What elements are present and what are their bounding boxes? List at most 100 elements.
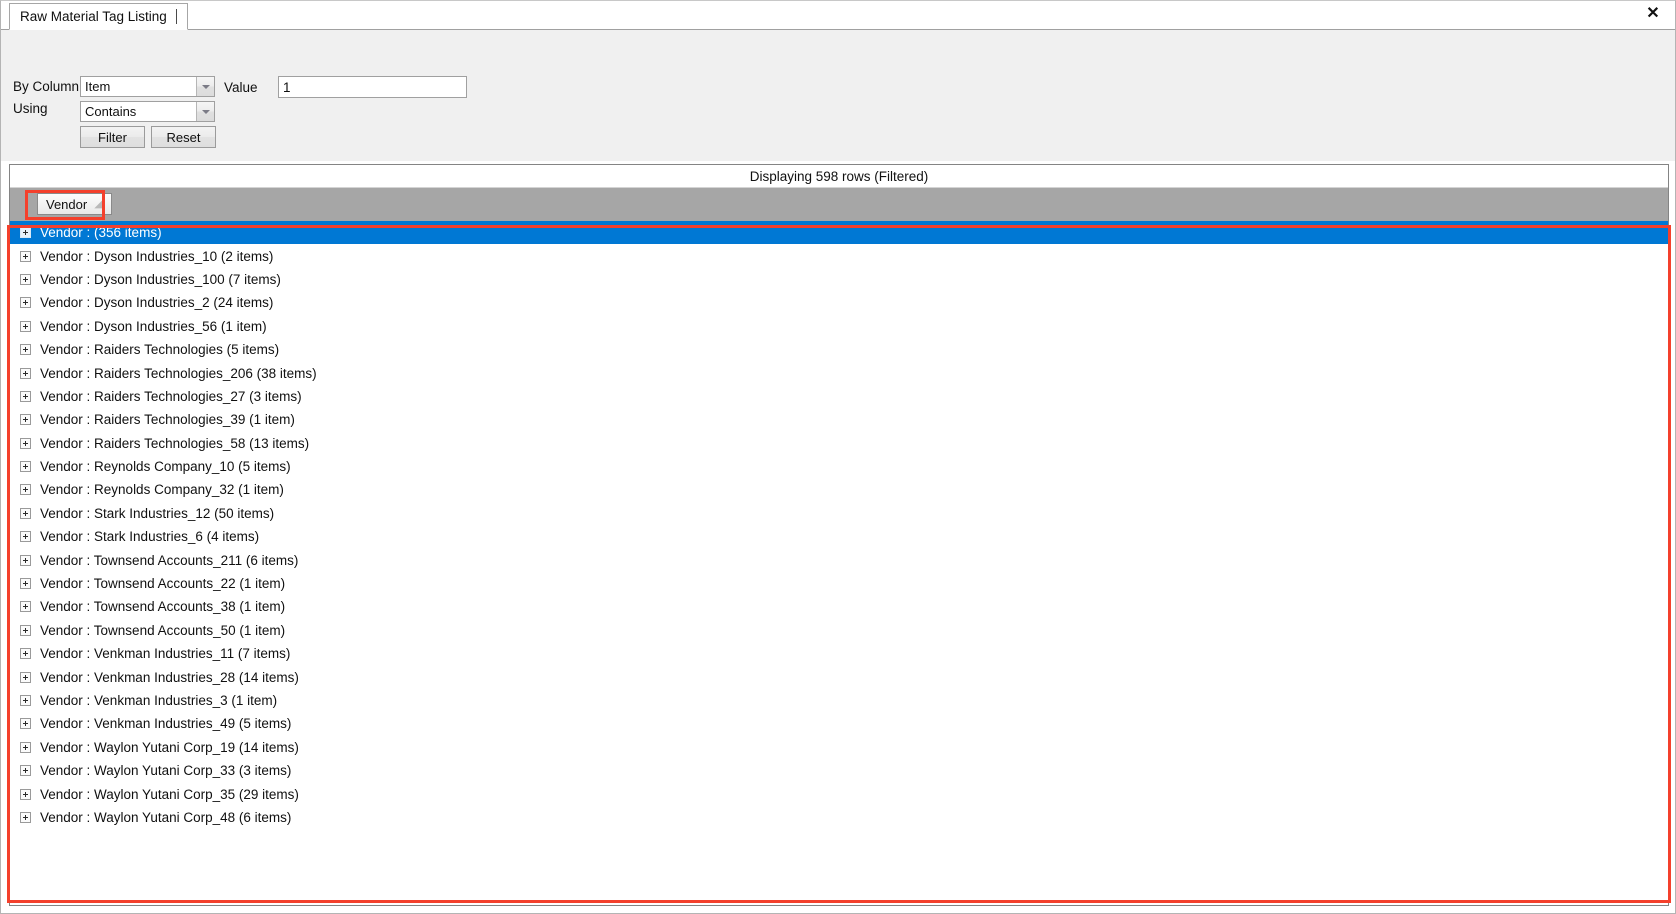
group-row-label: Vendor : Raiders Technologies_58 (13 ite… xyxy=(40,435,310,451)
expand-plus-icon[interactable] xyxy=(20,811,31,823)
group-row-label: Vendor : Stark Industries_12 (50 items) xyxy=(40,505,275,521)
status-bar: Displaying 598 rows (Filtered) xyxy=(10,165,1668,188)
filter-button[interactable]: Filter xyxy=(80,126,145,148)
expand-plus-icon[interactable] xyxy=(20,601,31,613)
group-row[interactable]: Vendor : Raiders Technologies (5 items) xyxy=(10,338,1668,361)
expand-plus-icon[interactable] xyxy=(20,507,31,519)
expand-plus-icon[interactable] xyxy=(20,765,31,777)
expand-plus-icon[interactable] xyxy=(20,273,31,285)
group-row-label: Vendor : Waylon Yutani Corp_19 (14 items… xyxy=(40,739,299,755)
expand-plus-icon[interactable] xyxy=(20,367,31,379)
reset-button[interactable]: Reset xyxy=(151,126,216,148)
expand-plus-icon[interactable] xyxy=(20,554,31,566)
expand-plus-icon[interactable] xyxy=(20,531,31,543)
group-row[interactable]: Vendor : Dyson Industries_100 (7 items) xyxy=(10,268,1668,291)
group-row[interactable]: Vendor : Stark Industries_6 (4 items) xyxy=(10,525,1668,548)
group-row[interactable]: Vendor : Raiders Technologies_58 (13 ite… xyxy=(10,432,1668,455)
tab-strip: Raw Material Tag Listing ✕ xyxy=(1,1,1675,30)
group-row-label: Vendor : Venkman Industries_3 (1 item) xyxy=(40,693,278,708)
group-row-label: Vendor : Townsend Accounts_38 (1 item) xyxy=(40,599,286,615)
expand-plus-icon[interactable] xyxy=(20,297,31,309)
expand-plus-icon[interactable] xyxy=(20,461,31,473)
group-row-label: Vendor : Townsend Accounts_50 (1 item) xyxy=(40,622,286,638)
group-by-panel[interactable]: Vendor ◢ xyxy=(10,188,1668,221)
expand-plus-icon[interactable] xyxy=(20,648,31,660)
group-row-label: Vendor : Reynolds Company_10 (5 items) xyxy=(40,459,291,475)
group-row[interactable]: Vendor : Reynolds Company_32 (1 item) xyxy=(10,478,1668,501)
by-column-selected-value: Item xyxy=(85,79,111,94)
group-row[interactable]: Vendor : Dyson Industries_56 (1 item) xyxy=(10,315,1668,338)
value-label: Value xyxy=(224,80,258,95)
group-row-label: Vendor : Waylon Yutani Corp_35 (29 items… xyxy=(40,786,299,802)
group-row[interactable]: Vendor : Waylon Yutani Corp_48 (6 items) xyxy=(10,806,1668,829)
by-column-select[interactable]: Item xyxy=(80,76,215,97)
group-row-label: Vendor : Venkman Industries_49 (5 items) xyxy=(40,716,292,732)
group-row[interactable]: Vendor : Venkman Industries_49 (5 items) xyxy=(10,712,1668,735)
group-row[interactable]: Vendor : Venkman Industries_3 (1 item) xyxy=(10,689,1668,712)
group-row-label: Vendor : Waylon Yutani Corp_33 (3 items) xyxy=(40,763,292,779)
group-row[interactable]: Vendor : Venkman Industries_28 (14 items… xyxy=(10,665,1668,688)
group-row-list[interactable]: Vendor : (356 items) Vendor : Dyson Indus… xyxy=(10,221,1668,905)
group-row-label: Vendor : Venkman Industries_11 (7 items) xyxy=(40,646,291,662)
expand-plus-icon[interactable] xyxy=(20,788,31,800)
group-row[interactable]: Vendor : Raiders Technologies_27 (3 item… xyxy=(10,385,1668,408)
group-row-label: Vendor : Dyson Industries_100 (7 items) xyxy=(40,271,281,287)
sort-ascending-icon[interactable]: ◢ xyxy=(94,198,102,210)
group-row[interactable]: Vendor : Dyson Industries_2 (24 items) xyxy=(10,291,1668,314)
group-row[interactable]: Vendor : Waylon Yutani Corp_35 (29 items… xyxy=(10,782,1668,805)
using-select[interactable]: Contains xyxy=(80,101,215,122)
group-row[interactable]: Vendor : Venkman Industries_11 (7 items) xyxy=(10,642,1668,665)
application-window: Raw Material Tag Listing ✕ By Column Usi… xyxy=(0,0,1676,914)
group-row[interactable]: Vendor : Raiders Technologies_206 (38 it… xyxy=(10,361,1668,384)
chevron-down-icon[interactable] xyxy=(196,102,214,121)
expand-plus-icon[interactable] xyxy=(20,250,31,262)
expand-plus-icon[interactable] xyxy=(20,390,31,402)
group-row[interactable]: Vendor : Raiders Technologies_39 (1 item… xyxy=(10,408,1668,431)
expand-plus-icon[interactable] xyxy=(20,484,31,496)
expand-plus-icon[interactable] xyxy=(20,320,31,332)
group-row-label: Vendor : Townsend Accounts_22 (1 item) xyxy=(40,576,286,592)
expand-plus-icon[interactable] xyxy=(20,671,31,683)
chevron-down-icon[interactable] xyxy=(196,77,214,96)
group-row-label: Vendor : Dyson Industries_2 (24 items) xyxy=(40,295,274,311)
group-row-label: Vendor : Stark Industries_6 (4 items) xyxy=(40,529,260,545)
tab-label: Raw Material Tag Listing xyxy=(20,9,167,24)
group-row[interactable]: Vendor : Townsend Accounts_38 (1 item) xyxy=(10,595,1668,618)
group-row[interactable]: Vendor : Townsend Accounts_50 (1 item) xyxy=(10,619,1668,642)
data-grid: Displaying 598 rows (Filtered) Vendor ◢ … xyxy=(9,164,1669,906)
expand-plus-icon[interactable] xyxy=(20,227,31,239)
group-row-label: Vendor : Raiders Technologies_27 (3 item… xyxy=(40,388,302,404)
group-row[interactable]: Vendor : Dyson Industries_10 (2 items) xyxy=(10,244,1668,267)
by-column-label: By Column xyxy=(13,79,80,94)
group-row-label: Vendor : Raiders Technologies_39 (1 item… xyxy=(40,412,295,428)
group-chip-vendor[interactable]: Vendor ◢ xyxy=(37,193,112,215)
tab-text-caret xyxy=(175,9,177,24)
group-row-label: Vendor : Townsend Accounts_211 (6 items) xyxy=(40,552,299,568)
filter-panel: By Column Using Value Item Contains Filt… xyxy=(1,30,1675,161)
expand-plus-icon[interactable] xyxy=(20,718,31,730)
group-row-label: Vendor : Venkman Industries_28 (14 items… xyxy=(40,669,299,685)
group-row[interactable]: Vendor : Waylon Yutani Corp_33 (3 items) xyxy=(10,759,1668,782)
expand-plus-icon[interactable] xyxy=(20,344,31,356)
group-row[interactable]: Vendor : Waylon Yutani Corp_19 (14 items… xyxy=(10,736,1668,759)
expand-plus-icon[interactable] xyxy=(20,437,31,449)
group-row[interactable]: Vendor : Townsend Accounts_211 (6 items) xyxy=(10,548,1668,571)
expand-plus-icon[interactable] xyxy=(20,624,31,636)
close-icon[interactable]: ✕ xyxy=(1640,2,1666,26)
group-chip-label: Vendor xyxy=(46,196,88,212)
value-input[interactable] xyxy=(278,76,467,98)
group-row[interactable]: Vendor : Townsend Accounts_22 (1 item) xyxy=(10,572,1668,595)
expand-plus-icon[interactable] xyxy=(20,578,31,590)
group-row[interactable]: Vendor : Reynolds Company_10 (5 items) xyxy=(10,455,1668,478)
group-row[interactable]: Vendor : (356 items) xyxy=(10,221,1668,245)
group-row[interactable]: Vendor : Stark Industries_12 (50 items) xyxy=(10,502,1668,525)
expand-plus-icon[interactable] xyxy=(20,695,31,706)
expand-plus-icon[interactable] xyxy=(20,414,31,426)
using-label: Using xyxy=(13,101,48,116)
expand-plus-icon[interactable] xyxy=(20,741,31,753)
group-row-label: Vendor : Dyson Industries_10 (2 items) xyxy=(40,248,274,264)
tab-raw-material-tag-listing[interactable]: Raw Material Tag Listing xyxy=(9,3,188,30)
group-row-label: Vendor : (356 items) xyxy=(40,225,162,241)
group-row-label: Vendor : Dyson Industries_56 (1 item) xyxy=(40,318,267,334)
group-row-label: Vendor : Reynolds Company_32 (1 item) xyxy=(40,482,284,498)
